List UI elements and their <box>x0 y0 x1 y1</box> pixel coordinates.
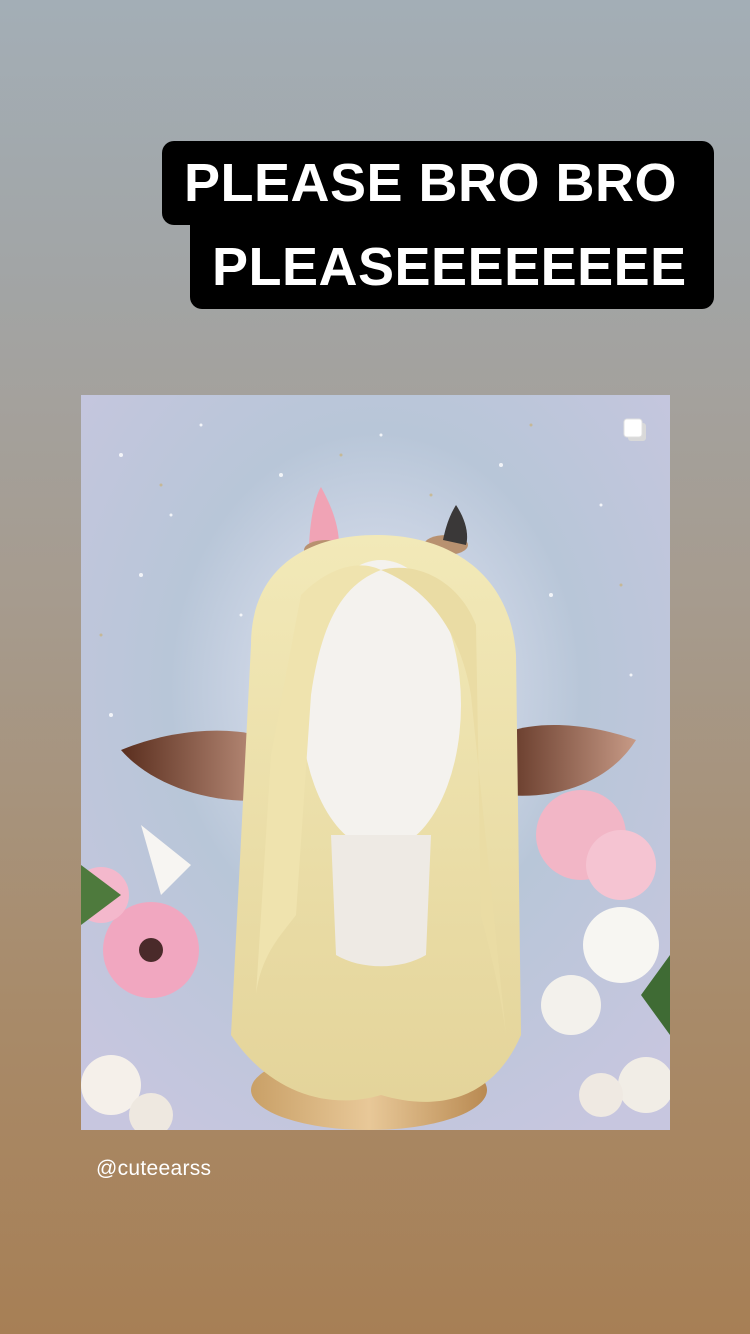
story-caption: PLEASE BRO BRO PLEASEEEEEEEE <box>154 141 714 311</box>
wig-with-ears-photo <box>81 395 670 1130</box>
caption-line-2: PLEASEEEEEEEE <box>190 225 714 309</box>
multiple-photos-icon <box>623 418 646 441</box>
shared-post-image[interactable] <box>81 395 670 1130</box>
account-handle[interactable]: @cuteearss <box>96 1157 211 1181</box>
caption-line-1: PLEASE BRO BRO <box>162 141 714 225</box>
